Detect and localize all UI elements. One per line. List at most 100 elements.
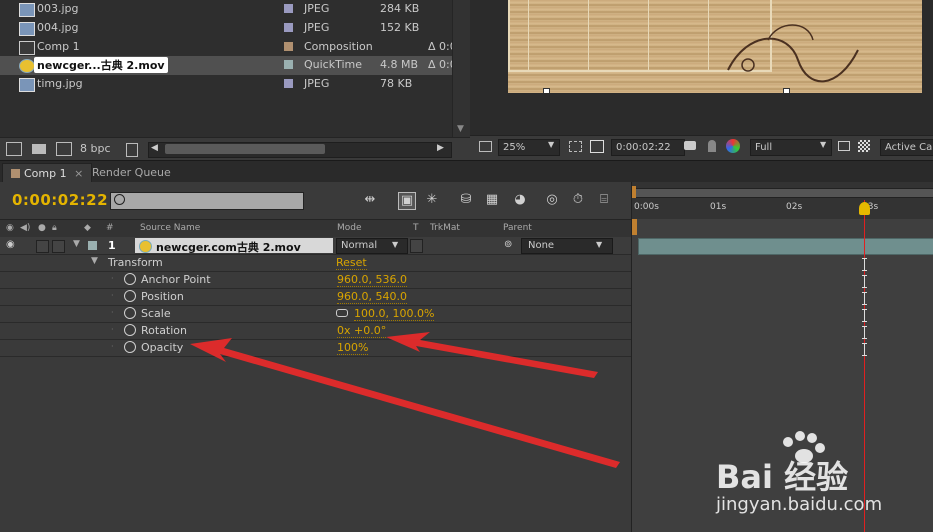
- tab-render-queue[interactable]: Render Queue: [84, 163, 179, 182]
- grid-icon[interactable]: [569, 141, 582, 152]
- property-position[interactable]: · Position 960.0, 540.0: [0, 288, 631, 306]
- pickwhip-icon[interactable]: ⊚: [504, 239, 512, 250]
- work-area-bar[interactable]: [634, 188, 933, 198]
- draft-3d-icon[interactable]: ✳: [424, 192, 440, 208]
- project-scrollbar[interactable]: ▼: [452, 0, 471, 137]
- new-composition-icon[interactable]: [56, 142, 72, 156]
- property-value[interactable]: 100%: [337, 341, 369, 355]
- constrain-link-icon[interactable]: [336, 309, 348, 317]
- col-parent[interactable]: Parent: [503, 223, 532, 233]
- layer-handle[interactable]: [543, 88, 550, 93]
- stopwatch-icon[interactable]: [124, 324, 136, 336]
- scroll-thumb[interactable]: [165, 144, 325, 154]
- lock-toggle[interactable]: [52, 240, 65, 253]
- label-color[interactable]: [284, 42, 293, 51]
- search-input[interactable]: [110, 192, 304, 210]
- project-item-004[interactable]: 004.jpg JPEG 152 KB: [0, 19, 452, 38]
- always-preview-icon[interactable]: [479, 141, 492, 152]
- keyframe-navigator[interactable]: [862, 326, 867, 339]
- solo-icon[interactable]: ●: [38, 223, 46, 233]
- keyframe-navigator[interactable]: [862, 258, 867, 271]
- col-t[interactable]: T: [413, 223, 419, 233]
- layer-handle[interactable]: [783, 88, 790, 93]
- person-icon[interactable]: [708, 140, 716, 152]
- comp-mini-flowchart-icon[interactable]: ⇹: [362, 192, 378, 208]
- label-color[interactable]: [284, 23, 293, 32]
- reset-link[interactable]: Reset: [336, 256, 367, 270]
- audio-icon[interactable]: ◀): [20, 223, 30, 233]
- col-source-name[interactable]: Source Name: [140, 223, 200, 233]
- live-update-icon[interactable]: ▣: [398, 192, 416, 210]
- eye-icon[interactable]: ◉: [6, 223, 14, 233]
- viewer-timecode[interactable]: 0:00:02:22: [611, 139, 685, 156]
- stopwatch-icon[interactable]: [124, 290, 136, 302]
- current-time-display[interactable]: 0:00:02:22: [12, 191, 108, 209]
- camera-icon[interactable]: [684, 141, 696, 150]
- eye-icon[interactable]: ◉: [6, 239, 15, 250]
- expand-arrow-icon[interactable]: ▼: [73, 239, 80, 249]
- composition-frame[interactable]: [508, 0, 933, 93]
- camera-dropdown[interactable]: Active Ca: [880, 139, 933, 156]
- auto-keyframe-icon[interactable]: ⏱: [570, 192, 586, 208]
- property-value[interactable]: 0x +0.0°: [337, 324, 387, 338]
- brainstorm-icon[interactable]: ◎: [544, 192, 560, 208]
- project-item-timg[interactable]: timg.jpg JPEG 78 KB: [0, 75, 452, 94]
- stopwatch-icon[interactable]: [124, 307, 136, 319]
- preserve-transparency-toggle[interactable]: [410, 239, 423, 253]
- chevron-down-icon[interactable]: ▼: [820, 140, 826, 149]
- property-opacity[interactable]: · Opacity 100%: [0, 339, 631, 357]
- layer-duration-bar[interactable]: [638, 238, 933, 255]
- tab-comp1[interactable]: Comp 1 ×: [2, 163, 93, 183]
- current-time-indicator-head[interactable]: [859, 202, 870, 215]
- frame-blending-icon[interactable]: ▦: [484, 192, 500, 208]
- scroll-right-icon[interactable]: ▶: [437, 143, 444, 153]
- layer-row[interactable]: ◉ ▼ 1 newcger.com古典 2.mov Normal ▼ ⊚ Non…: [0, 237, 631, 255]
- label-color[interactable]: [88, 241, 97, 250]
- project-item-003[interactable]: 003.jpg JPEG 284 KB: [0, 0, 452, 19]
- motion-blur-icon[interactable]: ◕: [512, 192, 528, 208]
- chevron-down-icon[interactable]: ▼: [596, 240, 602, 249]
- region-of-interest-icon[interactable]: [838, 141, 850, 151]
- keyframe-navigator[interactable]: [862, 309, 867, 322]
- scroll-left-icon[interactable]: ◀: [151, 143, 158, 153]
- delete-icon[interactable]: [126, 143, 138, 157]
- keyframe-navigator[interactable]: [862, 292, 867, 305]
- project-item-comp1[interactable]: Comp 1 Composition Δ 0:0: [0, 38, 452, 57]
- scroll-down-icon[interactable]: ▼: [457, 124, 464, 134]
- stopwatch-icon[interactable]: [124, 341, 136, 353]
- color-channels-icon[interactable]: [726, 139, 740, 153]
- time-ruler[interactable]: 0:00s 01s 02s 03s: [632, 182, 933, 219]
- label-color[interactable]: [284, 60, 293, 69]
- work-area-start[interactable]: [632, 186, 636, 198]
- transparency-grid-icon[interactable]: [858, 140, 870, 152]
- label-color[interactable]: [284, 4, 293, 13]
- viewer-scroll[interactable]: [922, 0, 933, 135]
- property-rotation[interactable]: · Rotation 0x +0.0°: [0, 322, 631, 340]
- audio-toggle[interactable]: [36, 240, 49, 253]
- project-hscrollbar[interactable]: ◀ ▶: [148, 142, 452, 158]
- col-index[interactable]: #: [106, 223, 114, 233]
- lock-icon[interactable]: 🔒︎: [52, 223, 57, 233]
- work-area-marker[interactable]: [632, 219, 637, 235]
- property-value[interactable]: 960.0, 540.0: [337, 290, 407, 304]
- mask-icon[interactable]: [590, 140, 604, 153]
- bit-depth-button[interactable]: 8 bpc: [80, 142, 111, 155]
- property-value[interactable]: 100.0, 100.0%: [354, 307, 435, 321]
- project-item-mov[interactable]: newcger...古典 2.mov QuickTime 4.8 MB Δ 0:…: [0, 56, 452, 75]
- close-icon[interactable]: ×: [74, 167, 83, 180]
- property-anchor-point[interactable]: · Anchor Point 960.0, 536.0: [0, 271, 631, 289]
- label-tag-icon[interactable]: ◆: [84, 223, 91, 233]
- col-mode[interactable]: Mode: [337, 223, 362, 233]
- interpret-footage-icon[interactable]: [6, 142, 22, 156]
- expand-arrow-icon[interactable]: ▼: [91, 256, 98, 266]
- graph-editor-icon[interactable]: ⌸: [596, 192, 612, 208]
- folder-icon[interactable]: [32, 144, 46, 154]
- property-scale[interactable]: · Scale 100.0, 100.0%: [0, 305, 631, 323]
- label-color[interactable]: [284, 79, 293, 88]
- shy-layers-icon[interactable]: ⛁: [458, 192, 474, 208]
- keyframe-navigator[interactable]: [862, 343, 867, 356]
- stopwatch-icon[interactable]: [124, 273, 136, 285]
- property-value[interactable]: 960.0, 536.0: [337, 273, 407, 287]
- chevron-down-icon[interactable]: ▼: [548, 140, 554, 149]
- chevron-down-icon[interactable]: ▼: [392, 240, 398, 249]
